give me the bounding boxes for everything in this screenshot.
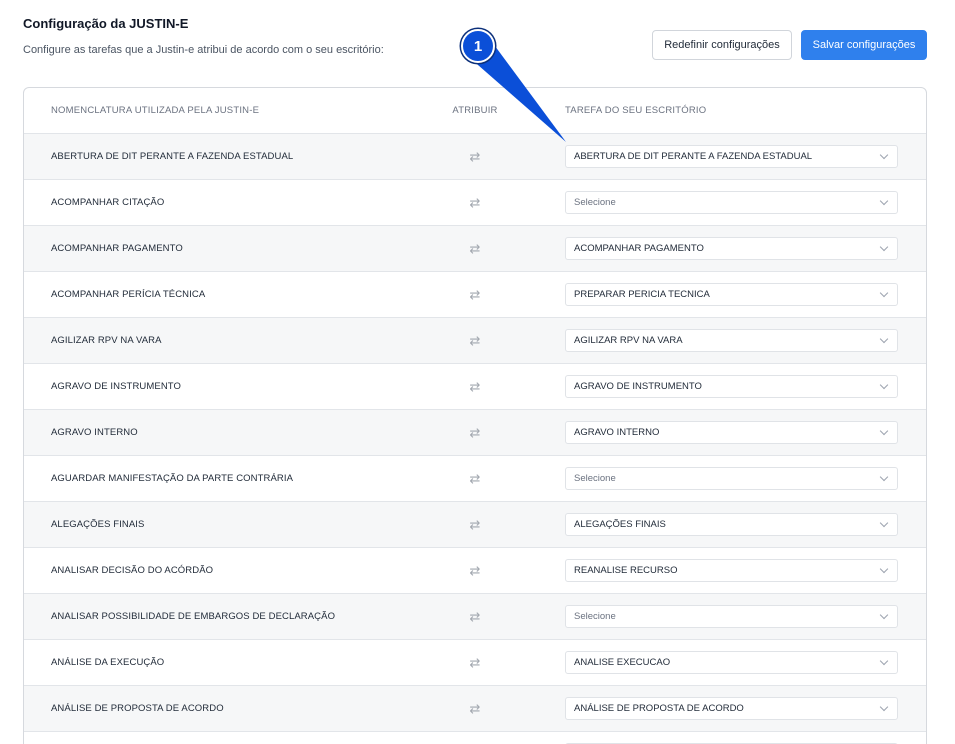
justine-task-name: ANALISAR DECISÃO DO ACÓRDÃO — [51, 565, 214, 576]
chevron-down-icon — [879, 610, 889, 620]
office-task-select-value: ACOMPANHAR PAGAMENTO — [574, 243, 704, 254]
table-row: AGRAVO DE INSTRUMENTO ⇄ AGRAVO DE INSTRUME… — [24, 364, 926, 410]
swap-arrows-icon: ⇄ — [469, 608, 481, 624]
office-task-select-value: AGRAVO INTERNO — [574, 427, 660, 438]
office-task-select[interactable]: AGRAVO DE INSTRUMENTO — [565, 375, 898, 398]
column-header-assign: ATRIBUIR — [452, 105, 498, 116]
swap-arrows-icon: ⇄ — [469, 378, 481, 394]
justine-task-name: ACOMPANHAR CITAÇÃO — [51, 197, 165, 208]
chevron-down-icon — [879, 656, 889, 666]
column-header-office-task: TAREFA DO SEU ESCRITÓRIO — [565, 105, 707, 116]
swap-arrows-icon: ⇄ — [469, 516, 481, 532]
table-row: ABERTURA DE DIT PERANTE A FAZENDA ESTADU… — [24, 134, 926, 180]
swap-arrows-icon: ⇄ — [469, 194, 481, 210]
justine-task-name: AGRAVO INTERNO — [51, 427, 138, 438]
office-task-select-value: ANALISE EXECUCAO — [574, 657, 671, 668]
chevron-down-icon — [879, 518, 889, 528]
office-task-select[interactable]: AGRAVO INTERNO — [565, 421, 898, 444]
table-row: ANALISAR POSSIBILIDADE DE EMBARGOS DE DE… — [24, 594, 926, 640]
table-header: NOMENCLATURA UTILIZADA PELA JUSTIN-E ATR… — [24, 88, 926, 134]
swap-arrows-icon: ⇄ — [469, 286, 481, 302]
justine-task-name: AGRAVO DE INSTRUMENTO — [51, 381, 182, 392]
column-header-nomenclature: NOMENCLATURA UTILIZADA PELA JUSTIN-E — [51, 105, 260, 116]
chevron-down-icon — [879, 702, 889, 712]
office-task-select-value: PREPARAR PERICIA TECNICA — [574, 289, 710, 300]
chevron-down-icon — [879, 242, 889, 252]
callout-number-badge: 1 — [461, 29, 495, 63]
save-settings-button[interactable]: Salvar configurações — [801, 30, 927, 60]
table-row: ⇄ — [24, 732, 926, 744]
justine-task-name: ABERTURA DE DIT PERANTE A FAZENDA ESTADU… — [51, 151, 294, 162]
page-title: Configuração da JUSTIN-E — [23, 16, 189, 31]
chevron-down-icon — [879, 380, 889, 390]
office-task-select[interactable]: ABERTURA DE DIT PERANTE A FAZENDA ESTADU… — [565, 145, 898, 168]
office-task-select-value: ANÁLISE DE PROPOSTA DE ACORDO — [574, 703, 744, 714]
office-task-select[interactable]: ANALISE EXECUCAO — [565, 651, 898, 674]
justine-task-name: ACOMPANHAR PAGAMENTO — [51, 243, 183, 254]
office-task-select-value: ABERTURA DE DIT PERANTE A FAZENDA ESTADU… — [574, 151, 813, 162]
justine-task-name: ALEGAÇÕES FINAIS — [51, 519, 145, 530]
office-task-select[interactable]: ACOMPANHAR PAGAMENTO — [565, 237, 898, 260]
table-row: ANÁLISE DA EXECUÇÃO ⇄ ANALISE EXECUCAO — [24, 640, 926, 686]
table-row: AGILIZAR RPV NA VARA ⇄ AGILIZAR RPV NA VAR… — [24, 318, 926, 364]
office-task-select[interactable]: Selecione — [565, 191, 898, 214]
office-task-select[interactable]: ALEGAÇÕES FINAIS — [565, 513, 898, 536]
office-task-select[interactable]: Selecione — [565, 467, 898, 490]
office-task-select-value: AGRAVO DE INSTRUMENTO — [574, 381, 702, 392]
swap-arrows-icon: ⇄ — [469, 654, 481, 670]
table-row: AGRAVO INTERNO ⇄ AGRAVO INTERNO — [24, 410, 926, 456]
justine-task-name: ANÁLISE DE PROPOSTA DE ACORDO — [51, 703, 224, 714]
chevron-down-icon — [879, 334, 889, 344]
chevron-down-icon — [879, 196, 889, 206]
swap-arrows-icon: ⇄ — [469, 332, 481, 348]
justine-task-name: ANALISAR POSSIBILIDADE DE EMBARGOS DE DE… — [51, 611, 336, 622]
swap-arrows-icon: ⇄ — [469, 424, 481, 440]
chevron-down-icon — [879, 426, 889, 436]
justine-task-name: AGILIZAR RPV NA VARA — [51, 335, 162, 346]
table-row: ANÁLISE DE PROPOSTA DE ACORDO ⇄ ANÁLISE DE… — [24, 686, 926, 732]
office-task-select[interactable]: PREPARAR PERICIA TECNICA — [565, 283, 898, 306]
office-task-select[interactable]: AGILIZAR RPV NA VARA — [565, 329, 898, 352]
justine-task-name: ACOMPANHAR PERÍCIA TÉCNICA — [51, 289, 206, 300]
table-row: AGUARDAR MANIFESTAÇÃO DA PARTE CONTRÁRIA… — [24, 456, 926, 502]
office-task-select[interactable]: REANALISE RECURSO — [565, 559, 898, 582]
office-task-select-value: ALEGAÇÕES FINAIS — [574, 519, 666, 530]
office-task-select[interactable]: Selecione — [565, 605, 898, 628]
office-task-select-value: Selecione — [574, 473, 616, 484]
swap-arrows-icon: ⇄ — [469, 148, 481, 164]
swap-arrows-icon: ⇄ — [469, 240, 481, 256]
table-row: ANALISAR DECISÃO DO ACÓRDÃO ⇄ REANALISE RE… — [24, 548, 926, 594]
office-task-select[interactable]: ANÁLISE DE PROPOSTA DE ACORDO — [565, 697, 898, 720]
justine-task-name: ANÁLISE DA EXECUÇÃO — [51, 657, 165, 668]
chevron-down-icon — [879, 472, 889, 482]
office-task-select-value: Selecione — [574, 611, 616, 622]
office-task-select-value: Selecione — [574, 197, 616, 208]
swap-arrows-icon: ⇄ — [469, 470, 481, 486]
swap-arrows-icon: ⇄ — [469, 562, 481, 578]
chevron-down-icon — [879, 288, 889, 298]
office-task-select-value: REANALISE RECURSO — [574, 565, 678, 576]
table-body: ABERTURA DE DIT PERANTE A FAZENDA ESTADU… — [24, 134, 926, 744]
table-row: ACOMPANHAR PERÍCIA TÉCNICA ⇄ PREPARAR PERI… — [24, 272, 926, 318]
chevron-down-icon — [879, 150, 889, 160]
chevron-down-icon — [879, 564, 889, 574]
table-row: ACOMPANHAR PAGAMENTO ⇄ ACOMPANHAR PAGAMENT… — [24, 226, 926, 272]
office-task-select-value: AGILIZAR RPV NA VARA — [574, 335, 683, 346]
table-row: ALEGAÇÕES FINAIS ⇄ ALEGAÇÕES FINAIS — [24, 502, 926, 548]
reset-settings-button[interactable]: Redefinir configurações — [652, 30, 792, 60]
table-row: ACOMPANHAR CITAÇÃO ⇄ Selecione — [24, 180, 926, 226]
swap-arrows-icon: ⇄ — [469, 700, 481, 716]
page-subtitle: Configure as tarefas que a Justin-e atri… — [23, 44, 384, 56]
justine-task-name: AGUARDAR MANIFESTAÇÃO DA PARTE CONTRÁRIA — [51, 473, 294, 484]
task-mapping-table: NOMENCLATURA UTILIZADA PELA JUSTIN-E ATR… — [23, 87, 927, 744]
